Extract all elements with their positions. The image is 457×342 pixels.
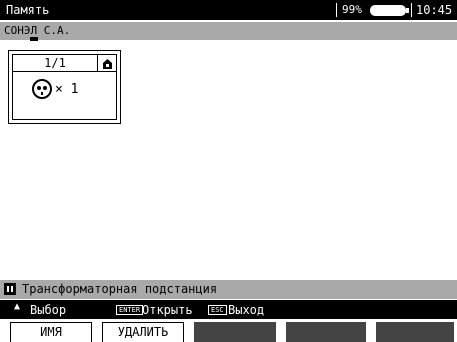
delete-button[interactable]: УДАЛИТЬ [102, 322, 184, 342]
folder-card-header: 1/1 [13, 55, 116, 72]
folder-card[interactable]: 1/1 × 1 [8, 50, 121, 124]
folder-card-inner: 1/1 × 1 [12, 54, 117, 120]
object-info-bar: Трансформаторная подстанция [0, 280, 457, 299]
battery-percent: 99% [342, 3, 362, 16]
object-type-icon [4, 283, 16, 295]
status-separator [411, 3, 412, 17]
battery-cap [406, 8, 409, 13]
esc-key-icon: ESC [208, 305, 227, 315]
clock-time: 10:45 [416, 3, 453, 17]
name-button[interactable]: ИМЯ [10, 322, 92, 342]
breadcrumb: СОНЭЛ С.А. [0, 22, 457, 41]
status-separator [336, 3, 337, 17]
hint-exit: Выход [228, 303, 265, 317]
hint-open: Открыть [142, 303, 193, 317]
object-name: Трансформаторная подстанция [22, 282, 218, 296]
battery-icon [370, 5, 406, 16]
up-arrow-icon: ▲ [14, 301, 21, 312]
breadcrumb-label: СОНЭЛ С.А. [4, 24, 71, 37]
selection-marker [30, 37, 38, 41]
softkey-4[interactable] [286, 322, 366, 342]
status-bar: Память 99% 10:45 [0, 0, 457, 20]
screen-title: Память [6, 3, 50, 17]
enter-key-icon: ENTER [116, 305, 144, 315]
lock-icon [97, 55, 116, 71]
socket-icon [31, 78, 53, 100]
hint-select: Выбор [30, 303, 67, 317]
softkey-5[interactable] [376, 322, 454, 342]
page-indicator: 1/1 [44, 56, 66, 70]
socket-count: × 1 [55, 82, 79, 97]
hint-bar: ▲ Выбор ENTER Открыть ESC Выход [0, 300, 457, 319]
softkey-3[interactable] [194, 322, 276, 342]
